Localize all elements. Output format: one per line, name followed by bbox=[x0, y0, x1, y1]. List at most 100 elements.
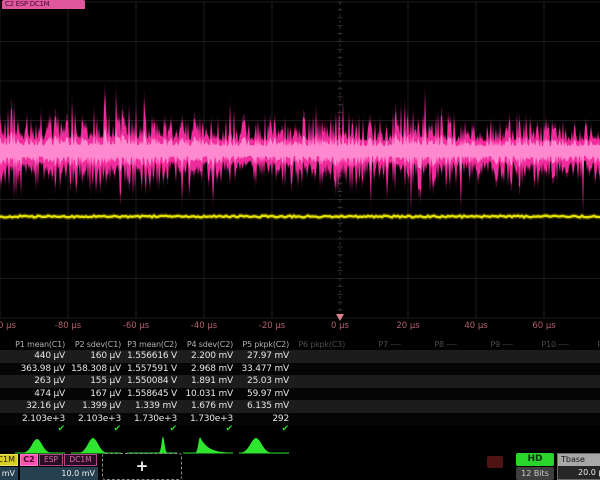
timebase-descriptor-box[interactable]: Tbase 20.0 µs/div bbox=[557, 453, 600, 480]
resolution-bits-badge: 12 Bits bbox=[516, 467, 554, 480]
hd-mode-badge[interactable]: HD bbox=[516, 453, 554, 466]
measure-cell-P8-sdev bbox=[404, 400, 460, 413]
measure-cell-P6-value bbox=[292, 350, 348, 363]
measure-header-P1[interactable]: P1 mean(C1) bbox=[12, 339, 68, 350]
add-trace-button[interactable]: + bbox=[102, 453, 182, 480]
histicon-cell-P3[interactable] bbox=[124, 433, 180, 455]
histicon-cell-P6[interactable] bbox=[292, 433, 348, 455]
measure-cell-P1-min: 263 µV bbox=[12, 375, 68, 388]
time-tick-label: 20 µs bbox=[396, 320, 419, 332]
c1-descriptor-box[interactable]: DC1M 10.0 mV bbox=[0, 454, 18, 480]
measure-cell-P9-max bbox=[460, 388, 516, 401]
status-check-P5: ✔ bbox=[236, 425, 292, 433]
time-tick-label: -40 µs bbox=[191, 320, 217, 332]
measure-header-P8[interactable]: P8 ---- bbox=[404, 339, 460, 350]
status-check-P9 bbox=[460, 425, 516, 433]
status-check-P6 bbox=[292, 425, 348, 433]
histicon-cell-P10[interactable] bbox=[516, 433, 572, 455]
histicon-P2 bbox=[68, 433, 124, 455]
measure-cell-P8-num bbox=[404, 413, 460, 426]
measure-cell-P10-num bbox=[516, 413, 572, 426]
c1-vdiv-value: 10.0 mV bbox=[0, 467, 18, 480]
measure-cell-P3-min: 1.550084 V bbox=[124, 375, 180, 388]
status-check-P2: ✔ bbox=[68, 425, 124, 433]
measure-cell-P3-sdev: 1.339 mV bbox=[124, 400, 180, 413]
measure-cell-P10-max bbox=[516, 388, 572, 401]
histicon-cell-P4[interactable] bbox=[180, 433, 236, 455]
measure-cell-P6-min bbox=[292, 375, 348, 388]
measure-cell-P5-mean: 33.477 mV bbox=[236, 363, 292, 376]
histicon-cell-P1[interactable] bbox=[12, 433, 68, 455]
measure-cell-P7-min bbox=[348, 375, 404, 388]
measure-cell-P5-max: 59.97 mV bbox=[236, 388, 292, 401]
measure-cell-P4-value: 2.200 mV bbox=[180, 350, 236, 363]
measure-cell-P5-min: 25.03 mV bbox=[236, 375, 292, 388]
measure-cell-P8-min bbox=[404, 375, 460, 388]
measure-header-P7[interactable]: P7 ---- bbox=[348, 339, 404, 350]
histicon-cell-P8[interactable] bbox=[404, 433, 460, 455]
measure-cell-P4-num: 1.730e+3 bbox=[180, 413, 236, 426]
c2-trace-tab[interactable]: C2 ESP DC1M bbox=[2, 0, 85, 9]
c1-trace-waveform[interactable] bbox=[0, 216, 600, 218]
status-check-P11 bbox=[572, 425, 600, 433]
measure-cell-P6-num bbox=[292, 413, 348, 426]
measure-cell-P8-max bbox=[404, 388, 460, 401]
c2-coupling-chip: DC1M bbox=[64, 454, 97, 466]
measure-cell-P7-max bbox=[348, 388, 404, 401]
histicon-cell-P5[interactable] bbox=[236, 433, 292, 455]
measure-cell-P7-sdev bbox=[348, 400, 404, 413]
measure-row-max: 474 µV167 µV1.558645 V10.031 mV59.97 mV bbox=[0, 388, 600, 401]
measure-header-P5[interactable]: P5 pkpk(C2) bbox=[236, 339, 292, 350]
measure-cell-P2-num: 2.103e+3 bbox=[68, 413, 124, 426]
measure-cell-P1-sdev: 32.16 µV bbox=[12, 400, 68, 413]
measure-header-P9[interactable]: P9 ---- bbox=[460, 339, 516, 350]
measure-cell-P1-max: 474 µV bbox=[12, 388, 68, 401]
c2-name-chip: C2 bbox=[20, 454, 38, 466]
c2-esp-badge: ESP bbox=[39, 454, 63, 466]
measure-header-P4[interactable]: P4 sdev(C2) bbox=[180, 339, 236, 350]
measure-cell-P5-value: 27.97 mV bbox=[236, 350, 292, 363]
time-tick-label: 0 µs bbox=[331, 320, 349, 332]
measure-cell-P2-min: 155 µV bbox=[68, 375, 124, 388]
measure-cell-P10-mean bbox=[516, 363, 572, 376]
measure-cell-P6-max bbox=[292, 388, 348, 401]
measure-cell-P2-max: 167 µV bbox=[68, 388, 124, 401]
histicon-cell-P7[interactable] bbox=[348, 433, 404, 455]
status-check-P4: ✔ bbox=[180, 425, 236, 433]
measure-row-value: 440 µV160 µV1.556616 V2.200 mV27.97 mV bbox=[0, 350, 600, 363]
histicon-P3 bbox=[124, 433, 180, 455]
measure-cell-P2-value: 160 µV bbox=[68, 350, 124, 363]
measure-cell-P5-num: 292 bbox=[236, 413, 292, 426]
histicon-P4 bbox=[180, 433, 236, 455]
time-tick-label: -100 µs bbox=[0, 320, 16, 332]
status-check-P3: ✔ bbox=[124, 425, 180, 433]
measure-cell-P8-mean bbox=[404, 363, 460, 376]
measure-row-mean: 363.98 µV158.308 µV1.557591 V2.968 mV33.… bbox=[0, 363, 600, 376]
measure-header-P3[interactable]: P3 mean(C2) bbox=[124, 339, 180, 350]
measure-cell-P7-num bbox=[348, 413, 404, 426]
measure-cell-P1-value: 440 µV bbox=[12, 350, 68, 363]
measure-cell-P3-num: 1.730e+3 bbox=[124, 413, 180, 426]
c1-coupling-chip: DC1M bbox=[0, 454, 18, 466]
measure-cell-P11-max bbox=[572, 388, 600, 401]
measure-header-P10[interactable]: P10 ---- bbox=[516, 339, 572, 350]
histicon-cell-P9[interactable] bbox=[460, 433, 516, 455]
waveform-display[interactable] bbox=[0, 0, 600, 338]
c2-vdiv-value: 10.0 mV bbox=[20, 467, 98, 480]
measure-cell-P9-mean bbox=[460, 363, 516, 376]
measure-header-P6[interactable]: P6 pkpk(C3) bbox=[292, 339, 348, 350]
histicon-cell-P2[interactable] bbox=[68, 433, 124, 455]
measure-header-P11[interactable]: P11 ---- bbox=[572, 339, 600, 350]
measure-cell-P10-sdev bbox=[516, 400, 572, 413]
timebase-label: Tbase bbox=[558, 454, 600, 466]
time-tick-label: -60 µs bbox=[123, 320, 149, 332]
measure-cell-P11-mean bbox=[572, 363, 600, 376]
timebase-tdiv-value: 20.0 µs/div bbox=[558, 466, 600, 479]
measure-header-P2[interactable]: P2 sdev(C1) bbox=[68, 339, 124, 350]
measure-cell-P11-value bbox=[572, 350, 600, 363]
time-tick-label: 60 µs bbox=[532, 320, 555, 332]
histicon-cell-P11[interactable] bbox=[572, 433, 600, 455]
c2-descriptor-box[interactable]: C2 ESP DC1M 10.0 mV bbox=[20, 454, 98, 480]
measure-row-num: 2.103e+32.103e+31.730e+31.730e+3292 bbox=[0, 413, 600, 426]
measure-cell-P6-mean bbox=[292, 363, 348, 376]
